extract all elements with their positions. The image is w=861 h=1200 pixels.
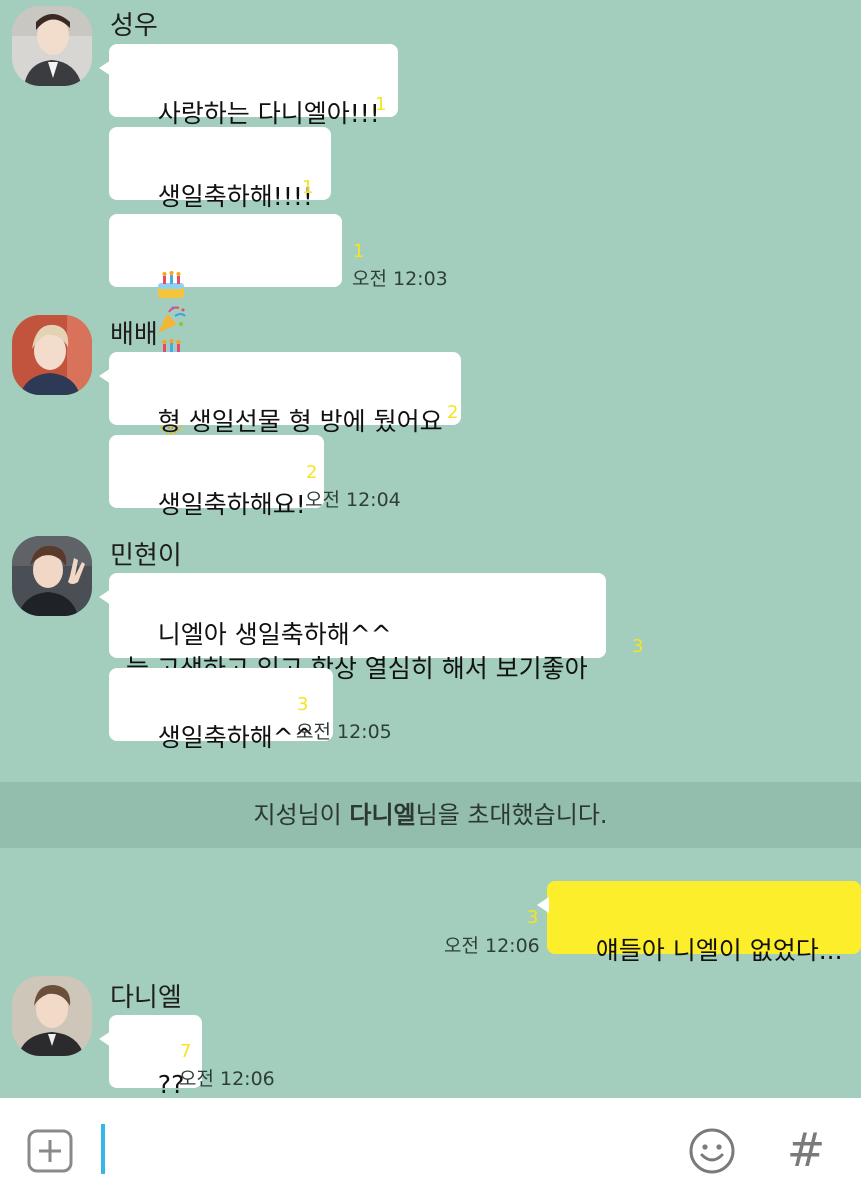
- sender-name: 성우: [110, 11, 158, 41]
- invited-user-name: 다니엘: [349, 801, 416, 829]
- emoticon-icon: [689, 1128, 735, 1174]
- unread-count: 2: [306, 462, 318, 483]
- timestamp: 오전 12:03: [352, 268, 448, 290]
- unread-count: 3: [297, 694, 309, 715]
- emoticon-button[interactable]: [688, 1127, 736, 1175]
- my-message-bubble[interactable]: 얘들아 니엘이 없었다...: [537, 881, 861, 965]
- sender-name: 다니엘: [110, 983, 182, 1013]
- system-text-part2: 님을 초대했습니다.: [415, 801, 608, 829]
- emoticon-bubble[interactable]: [109, 214, 342, 469]
- cake-icon: [157, 271, 184, 298]
- avatar-seongwoo[interactable]: [12, 6, 92, 86]
- unread-count: 1: [375, 94, 387, 115]
- hashtag-icon: #: [786, 1123, 826, 1177]
- unread-count: 2: [447, 402, 459, 423]
- system-text-part1: 지성님이: [253, 801, 350, 829]
- timestamp: 오전 12:04: [305, 489, 401, 511]
- avatar-baebae[interactable]: [12, 315, 92, 395]
- avatar-minhyun[interactable]: [12, 536, 92, 616]
- unread-count: 1: [302, 177, 314, 198]
- attach-button[interactable]: [27, 1129, 73, 1173]
- message-text: 사랑하는 다니엘아!!!: [157, 99, 380, 128]
- party-popper-icon: [157, 306, 186, 333]
- message-text: 생일축하해^^: [157, 723, 315, 752]
- timestamp: 오전 12:05: [296, 721, 392, 743]
- message-bubble[interactable]: 생일축하해!!!!: [109, 127, 331, 211]
- timestamp: 오전 12:06: [179, 1068, 275, 1090]
- message-bubble[interactable]: 사랑하는 다니엘아!!!: [99, 44, 398, 128]
- message-bubble[interactable]: 형 생일선물 형 방에 뒀어요: [99, 352, 461, 436]
- message-bubble[interactable]: 니엘아 생일축하해^^ 늘 고생하고 있고 항상 열심히 해서 보기좋아: [99, 573, 606, 683]
- unread-count: 7: [180, 1041, 192, 1062]
- message-bubble[interactable]: 생일축하해요!: [109, 435, 324, 519]
- message-text: 형 생일선물 형 방에 뒀어요: [157, 407, 443, 436]
- unread-count: 3: [632, 636, 644, 657]
- plus-icon: [27, 1129, 73, 1173]
- system-notice: 지성님이 다니엘님을 초대했습니다.: [0, 782, 861, 848]
- unread-count: 1: [353, 241, 365, 262]
- message-text: 얘들아 니엘이 없었다...: [595, 936, 843, 965]
- message-text: 생일축하해!!!!: [157, 182, 313, 211]
- hashtag-button[interactable]: #: [786, 1126, 826, 1174]
- avatar-daniel[interactable]: [12, 976, 92, 1056]
- message-text: 생일축하해요!: [157, 490, 306, 519]
- chat-area[interactable]: 성우 사랑하는 다니엘아!!! 1 생일축하해!!!! 1 1 오전 12:03…: [0, 0, 861, 1099]
- sender-name: 민현이: [110, 541, 182, 571]
- sender-name: 배배: [110, 320, 158, 350]
- text-input-caret[interactable]: [101, 1124, 105, 1174]
- timestamp: 오전 12:06: [444, 935, 540, 957]
